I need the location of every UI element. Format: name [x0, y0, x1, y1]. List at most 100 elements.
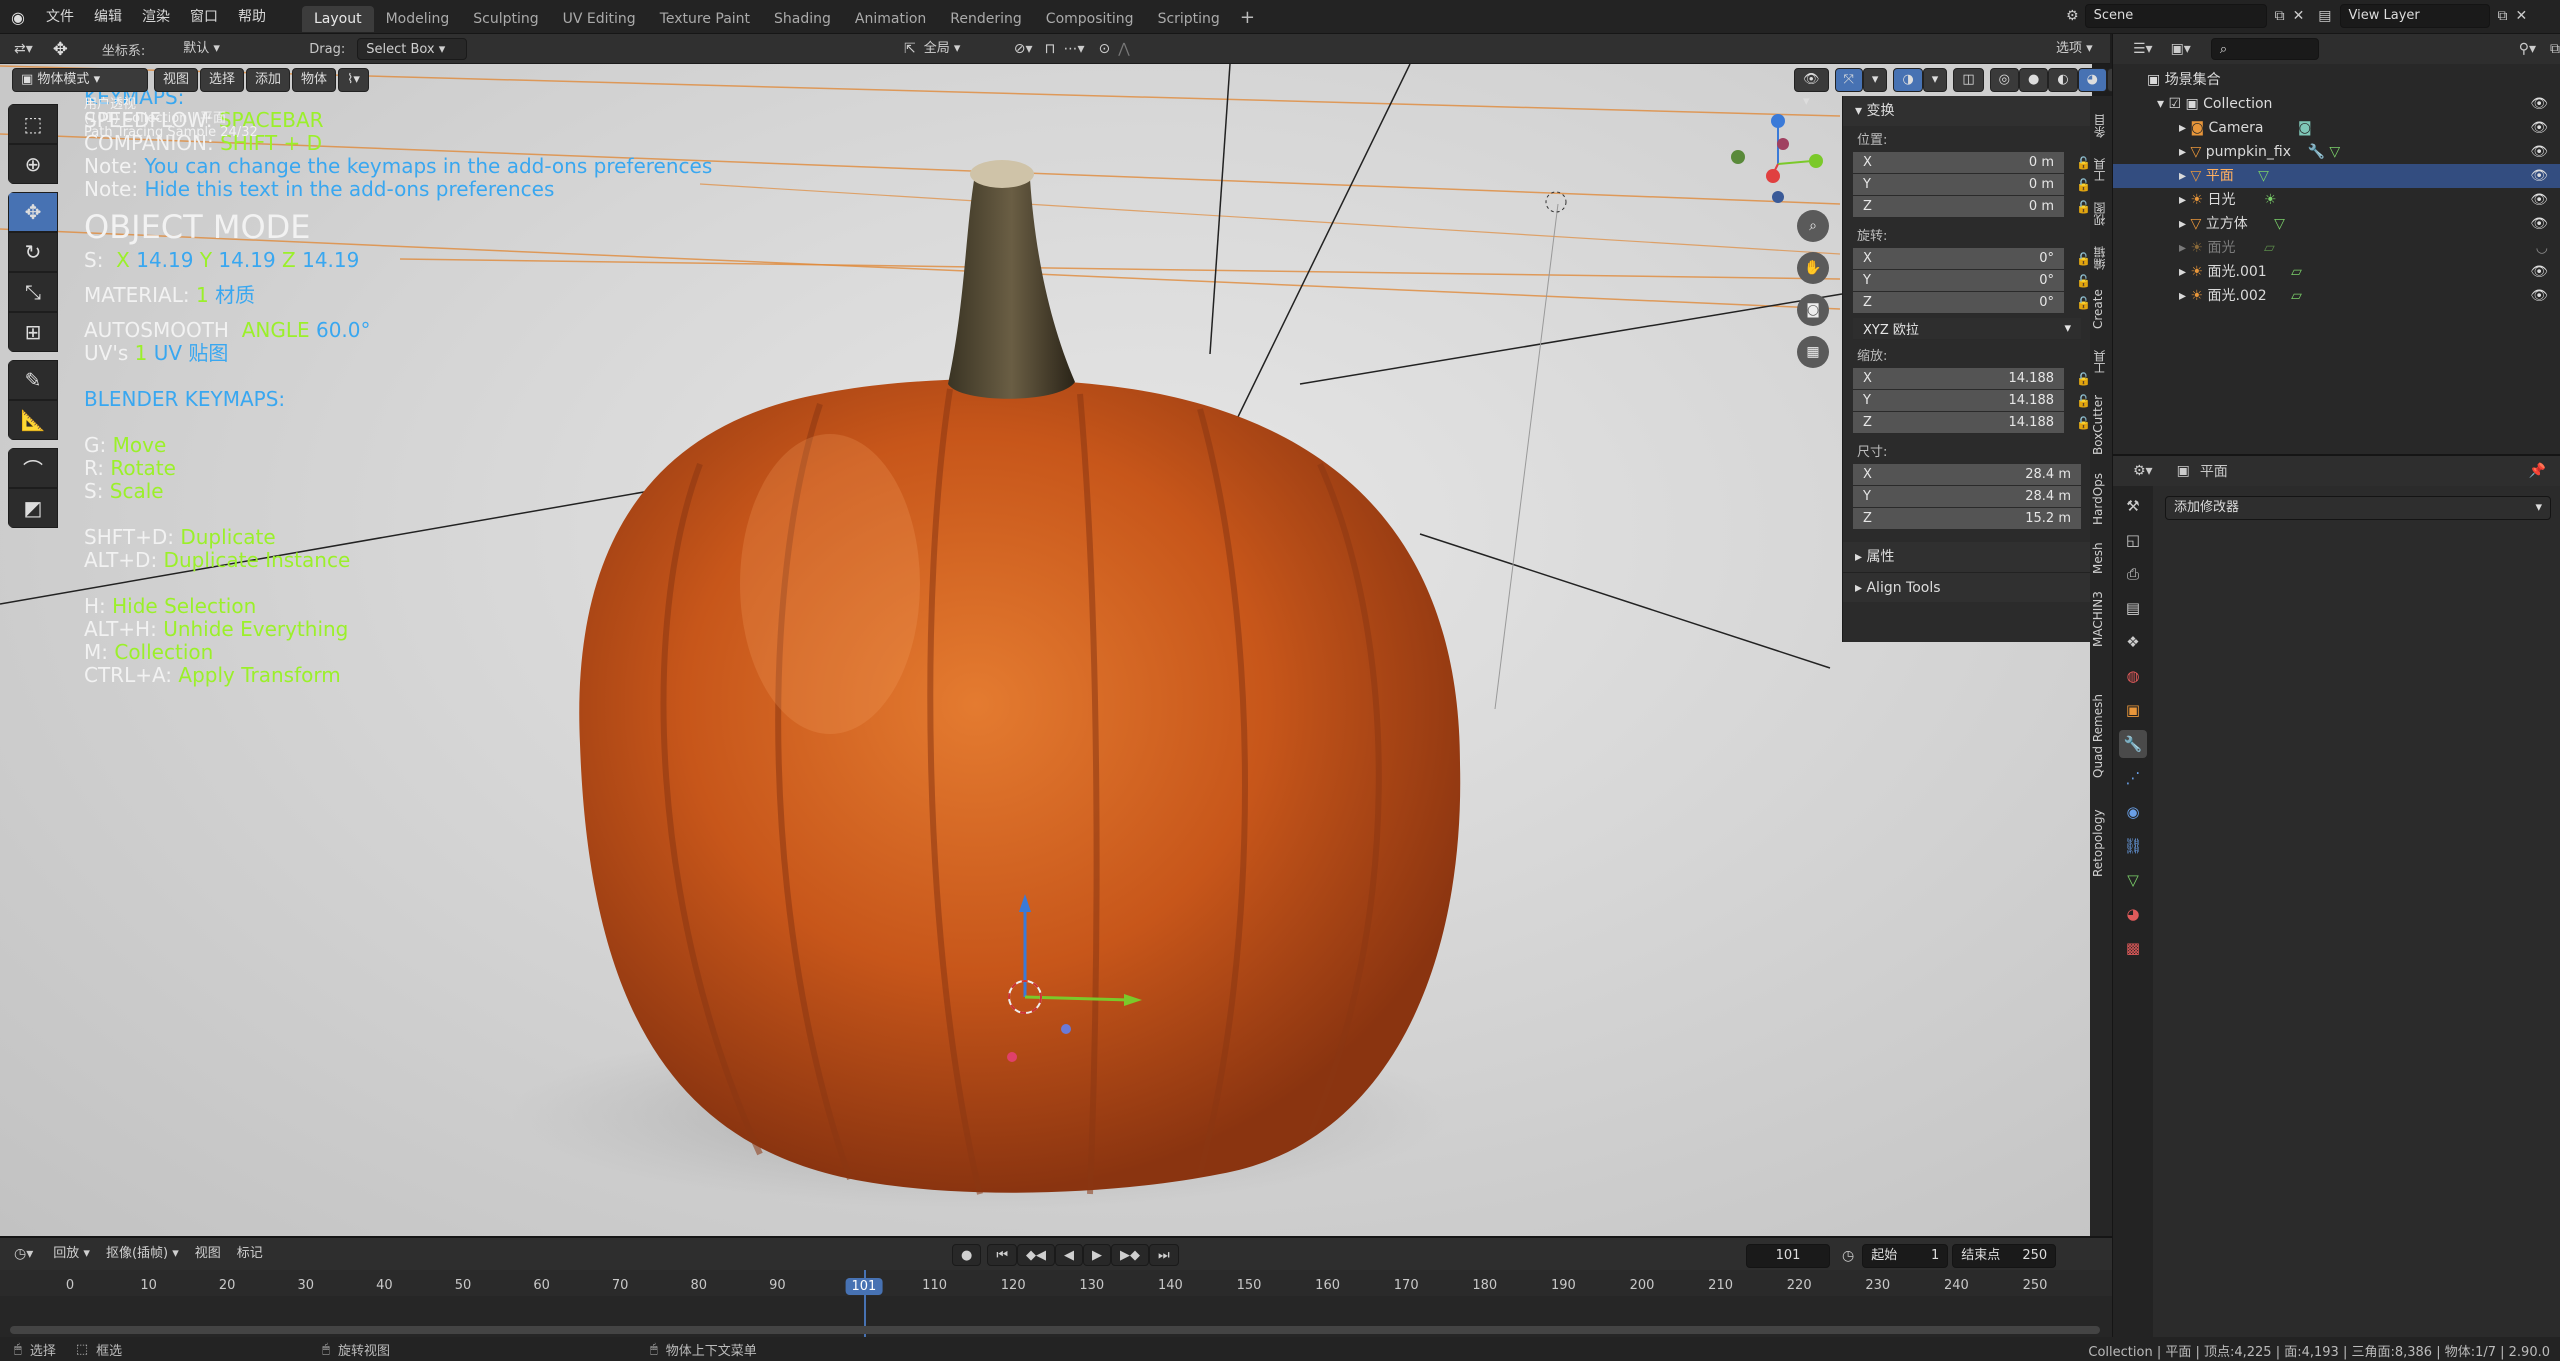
- grid-view-icon[interactable]: ▦: [1797, 336, 1829, 368]
- menu-select[interactable]: 选择: [200, 68, 245, 92]
- collection-row[interactable]: ▾ ☑ ▣ Collection 👁: [2113, 92, 2560, 116]
- 3d-viewport[interactable]: ⌕ ✋ ◙ ▦ 用户透视 (101) Collection | 平面 Path …: [0, 64, 2092, 1236]
- delete-view-layer-icon[interactable]: ✕: [2516, 8, 2528, 24]
- location-y-field[interactable]: Y0 m: [1853, 174, 2064, 196]
- particles-props-icon[interactable]: ⋰: [2119, 764, 2147, 792]
- start-frame-field[interactable]: 起始 1: [1862, 1244, 1949, 1268]
- new-view-layer-icon[interactable]: ⧉: [2498, 8, 2508, 24]
- preview-range-icon[interactable]: ◷: [1842, 1248, 1854, 1264]
- display-mode-icon[interactable]: ▣▾: [2171, 41, 2191, 57]
- dimension-x-field[interactable]: X 28.4 m: [1853, 464, 2081, 486]
- add-workspace-icon[interactable]: +: [1232, 7, 1263, 28]
- scene-props-icon[interactable]: ❖: [2119, 628, 2147, 656]
- scene-collection-row[interactable]: ▣ 场景集合: [2113, 68, 2560, 92]
- eye-icon[interactable]: 👁: [2530, 116, 2548, 140]
- tab-compositing[interactable]: Compositing: [1034, 6, 1146, 32]
- pivot-dropdown[interactable]: 全局 ▾: [916, 38, 1002, 60]
- eye-icon[interactable]: 👁: [2530, 260, 2548, 284]
- current-frame-field[interactable]: 101: [1746, 1244, 1830, 1268]
- align-tools-header[interactable]: ▸ Align Tools: [1843, 572, 2090, 602]
- tab-boxcutter[interactable]: BoxCutter: [2091, 388, 2111, 462]
- render-props-icon[interactable]: ◱: [2119, 526, 2147, 554]
- transform-icon[interactable]: ⊞: [8, 312, 58, 352]
- delete-scene-icon[interactable]: ✕: [2293, 8, 2305, 24]
- eye-icon[interactable]: 👁: [2530, 164, 2548, 188]
- rotation-x-field[interactable]: X 0°: [1853, 248, 2064, 270]
- constraints-props-icon[interactable]: ⛓: [2119, 832, 2147, 860]
- editor-type-icon[interactable]: ⇄▾: [14, 41, 33, 57]
- view-layer-props-icon[interactable]: ▤: [2119, 594, 2147, 622]
- mode-dropdown[interactable]: ▣ 物体模式 ▾: [12, 68, 148, 92]
- tab-tool[interactable]: 工具: [2091, 150, 2111, 190]
- new-scene-icon[interactable]: ⧉: [2275, 8, 2285, 24]
- blender-logo-icon[interactable]: ◉: [0, 8, 36, 27]
- material-shading-icon[interactable]: ◐: [2048, 68, 2078, 92]
- options-dropdown[interactable]: 选项 ▾: [2048, 38, 2101, 60]
- transform-header[interactable]: ▾ 变换: [1843, 96, 2090, 126]
- scale-icon[interactable]: ⤡: [8, 272, 58, 312]
- eye-icon[interactable]: 👁: [2530, 140, 2548, 164]
- lock-icon[interactable]: 🔓: [2076, 200, 2091, 214]
- boxcutter-icon[interactable]: ◩: [8, 488, 58, 528]
- physics-props-icon[interactable]: ◉: [2119, 798, 2147, 826]
- tab-animation[interactable]: Animation: [843, 6, 938, 32]
- xray-icon[interactable]: ◫: [1953, 68, 1984, 92]
- end-frame-field[interactable]: 结束点 250: [1952, 1244, 2057, 1268]
- tab-rendering[interactable]: Rendering: [938, 6, 1034, 32]
- falloff-icon[interactable]: ⋀: [1118, 41, 1129, 57]
- properties-header[interactable]: ▸ 属性: [1843, 542, 2090, 572]
- outliner-item-pumpkin-fix[interactable]: ▸ ▽ pumpkin_fix 🔧 ▽ 👁: [2113, 140, 2560, 164]
- scene-field[interactable]: Scene: [2084, 4, 2267, 28]
- snap-icon[interactable]: ⊘▾: [1014, 41, 1033, 57]
- dimension-y-field[interactable]: Y 28.4 m: [1853, 486, 2081, 508]
- outliner-type-icon[interactable]: ☰▾: [2133, 41, 2153, 57]
- lock-icon[interactable]: 🔓: [2076, 178, 2091, 192]
- properties-type-icon[interactable]: ⚙▾: [2133, 463, 2153, 479]
- play-icon[interactable]: ▶: [1083, 1244, 1112, 1266]
- lock-icon[interactable]: 🔓: [2076, 156, 2091, 170]
- scale-x-field[interactable]: X 14.188: [1853, 368, 2064, 390]
- rotate-icon[interactable]: ↻: [8, 232, 58, 272]
- view-layer-field[interactable]: View Layer: [2339, 4, 2490, 28]
- transform-icon[interactable]: ✥: [53, 39, 68, 60]
- tab-uv-editing[interactable]: UV Editing: [551, 6, 648, 32]
- menu-help[interactable]: 帮助: [228, 0, 276, 34]
- menu-marker[interactable]: 标记: [229, 1243, 271, 1265]
- outliner-search-input[interactable]: ⌕: [2210, 38, 2319, 60]
- measure-icon[interactable]: 📐: [8, 400, 58, 440]
- eye-icon[interactable]: 👁: [2530, 188, 2548, 212]
- menu-render[interactable]: 渲染: [132, 0, 180, 34]
- solid-shading-icon[interactable]: ●: [2018, 68, 2049, 92]
- zoom-icon[interactable]: ⌕: [1797, 210, 1829, 242]
- new-collection-icon[interactable]: ⧉: [2550, 41, 2560, 57]
- prev-keyframe-icon[interactable]: ◆◀: [1017, 1244, 1056, 1266]
- overlay-icon[interactable]: ◑: [1893, 68, 1923, 92]
- lock-icon[interactable]: 🔓: [2076, 296, 2091, 310]
- hidden-eye-icon[interactable]: ◡: [2536, 236, 2548, 260]
- output-props-icon[interactable]: ⎙: [2119, 560, 2147, 588]
- lock-icon[interactable]: 🔓: [2076, 394, 2091, 408]
- record-icon[interactable]: ●: [952, 1244, 982, 1266]
- timeline-scrollbar[interactable]: [10, 1326, 2100, 1334]
- pivot-icon[interactable]: ⇱: [904, 41, 916, 57]
- rotation-y-field[interactable]: Y 0°: [1853, 270, 2064, 292]
- proportional-edit-icon[interactable]: ⊙: [1098, 41, 1110, 57]
- menu-view[interactable]: 视图: [154, 68, 199, 92]
- texture-props-icon[interactable]: ▩: [2119, 934, 2147, 962]
- location-z-field[interactable]: Z0 m: [1853, 196, 2064, 218]
- curve-tool-icon[interactable]: ⌒: [8, 448, 58, 488]
- lock-icon[interactable]: 🔓: [2076, 372, 2091, 386]
- scale-y-field[interactable]: Y 14.188: [1853, 390, 2064, 412]
- rendered-shading-icon[interactable]: ◕: [2077, 68, 2107, 92]
- object-props-icon[interactable]: ▣: [2119, 696, 2147, 724]
- snap-increment-icon[interactable]: ⋯▾: [1063, 41, 1084, 57]
- tab-item[interactable]: 条目: [2091, 106, 2111, 146]
- pin-icon[interactable]: 📌: [2529, 463, 2546, 479]
- dimension-z-field[interactable]: Z 15.2 m: [1853, 508, 2081, 530]
- coord-dropdown[interactable]: 默认 ▾: [175, 38, 295, 60]
- move-icon[interactable]: ✥: [8, 192, 58, 232]
- lock-icon[interactable]: 🔓: [2076, 416, 2091, 430]
- visibility-icon[interactable]: 👁▾: [1794, 68, 1829, 109]
- timeline-type-icon[interactable]: ◷▾: [14, 1246, 33, 1262]
- annotate-icon[interactable]: ✎: [8, 360, 58, 400]
